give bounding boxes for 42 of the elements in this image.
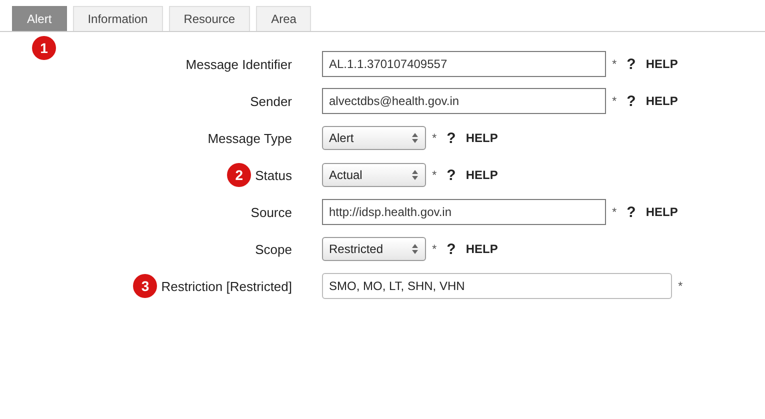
help-icon[interactable]: ? (626, 204, 636, 220)
step-badge: 2 (227, 163, 252, 187)
required-mark: * (432, 242, 437, 256)
required-mark: * (612, 94, 617, 108)
field-label: Message Type (208, 130, 292, 146)
select-dropdown[interactable]: Actual (322, 163, 426, 187)
help-icon[interactable]: ? (446, 166, 456, 184)
text-field[interactable]: AL.1.1.370107409557 (322, 51, 606, 77)
step-badge: 3 (133, 274, 158, 298)
field-label: Restriction [Restricted] (161, 278, 292, 294)
field-label: Scope (255, 242, 292, 256)
spinner-arrows-icon (411, 243, 419, 255)
help-link[interactable]: HELP (646, 94, 678, 108)
required-mark: * (678, 279, 683, 293)
field-label: Source (250, 204, 292, 220)
tab[interactable]: Resource (168, 6, 250, 31)
required-mark: * (432, 168, 437, 182)
tab[interactable]: Information (72, 6, 163, 31)
help-icon[interactable]: ? (446, 130, 456, 146)
text-field[interactable]: alvectdbs@health.gov.in (322, 88, 606, 114)
field-label: Message Identifier (186, 56, 292, 72)
select-dropdown[interactable]: Restricted (322, 237, 426, 261)
spinner-arrows-icon (411, 169, 419, 181)
select-dropdown[interactable]: Alert (322, 126, 426, 150)
field-label: Status (255, 168, 292, 182)
required-mark: * (432, 131, 437, 145)
help-link[interactable]: HELP (466, 131, 498, 145)
help-icon[interactable]: ? (626, 92, 636, 110)
help-icon[interactable]: ? (626, 56, 636, 72)
step-badge: 1 (32, 36, 56, 60)
help-link[interactable]: HELP (466, 242, 498, 256)
spinner-arrows-icon (411, 132, 419, 144)
help-link[interactable]: HELP (646, 205, 678, 219)
field-label: Sender (250, 94, 292, 108)
help-link[interactable]: HELP (646, 57, 678, 71)
help-link[interactable]: HELP (466, 168, 498, 182)
text-field[interactable]: http://idsp.health.gov.in (322, 199, 606, 225)
required-mark: * (612, 205, 617, 219)
restriction-field[interactable]: SMO, MO, LT, SHN, VHN (322, 273, 672, 299)
required-mark: * (612, 57, 617, 71)
tab[interactable]: Area (256, 6, 312, 31)
help-icon[interactable]: ? (446, 240, 456, 258)
